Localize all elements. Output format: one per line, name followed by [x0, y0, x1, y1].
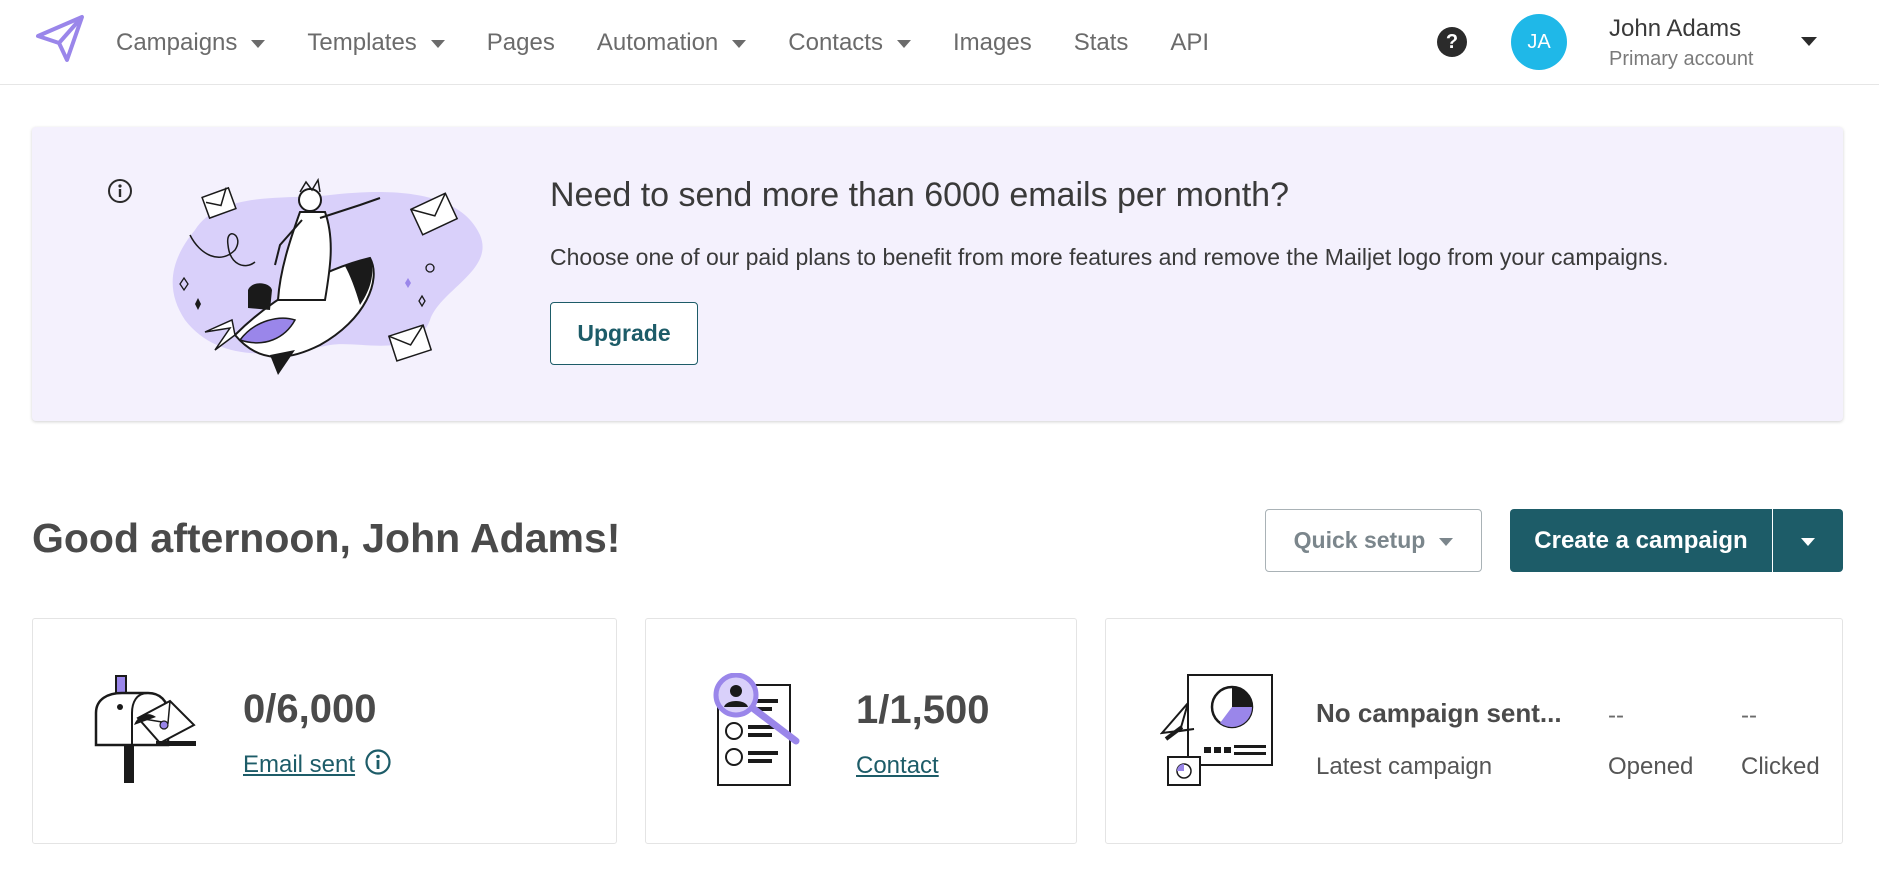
- main-nav: Campaigns Templates Pages Automation Con…: [116, 0, 1251, 85]
- nav-contacts-label: Contacts: [788, 28, 883, 56]
- help-icon[interactable]: ?: [1437, 27, 1467, 57]
- avatar[interactable]: JA: [1511, 14, 1567, 70]
- nav-images-label: Images: [952, 28, 1032, 56]
- nav-api[interactable]: API: [1170, 29, 1209, 57]
- opened-label: Opened: [1608, 753, 1694, 780]
- nav-templates[interactable]: Templates: [307, 28, 445, 57]
- upgrade-button[interactable]: Upgrade: [550, 302, 698, 365]
- mailjet-logo-icon[interactable]: [34, 14, 86, 64]
- nav-pages[interactable]: Pages: [487, 29, 555, 57]
- nav-campaigns-label: Campaigns: [116, 28, 238, 56]
- nav-api-label: API: [1170, 28, 1210, 56]
- opened-value: --: [1608, 702, 1624, 729]
- mailbox-icon: [94, 675, 196, 783]
- banner-title: Need to send more than 6000 emails per m…: [550, 176, 1290, 214]
- nav-stats-label: Stats: [1073, 28, 1129, 56]
- quick-setup-button[interactable]: Quick setup: [1265, 509, 1482, 572]
- create-campaign-dropdown-button[interactable]: [1773, 509, 1843, 572]
- contacts-link[interactable]: Contact: [856, 752, 939, 780]
- emails-sent-link[interactable]: Email sent: [243, 751, 355, 779]
- chevron-down-icon: [1801, 537, 1815, 546]
- info-icon[interactable]: [364, 748, 392, 776]
- campaign-stats-icon: [1160, 674, 1273, 786]
- nav-contacts[interactable]: Contacts: [788, 29, 911, 57]
- latest-campaign-label: Latest campaign: [1316, 753, 1493, 780]
- chevron-down-icon: [1439, 537, 1454, 546]
- emails-sent-value: 0/6,000: [243, 687, 377, 731]
- page-title: Good afternoon, John Adams!: [32, 515, 621, 561]
- nav-campaigns[interactable]: Campaigns: [116, 28, 266, 57]
- create-campaign-button[interactable]: Create a campaign: [1510, 509, 1772, 572]
- banner-description: Choose one of our paid plans to benefit …: [550, 244, 1669, 270]
- user-name[interactable]: John Adams: [1609, 15, 1741, 43]
- clicked-label: Clicked: [1741, 753, 1820, 780]
- top-navigation-bar: Campaigns Templates Pages Automation Con…: [0, 0, 1879, 85]
- info-icon[interactable]: [107, 178, 133, 204]
- clicked-value: --: [1741, 702, 1757, 729]
- contact-list-icon: [713, 673, 800, 786]
- nav-automation-label: Automation: [596, 28, 719, 56]
- chevron-down-icon: [732, 39, 747, 48]
- chevron-down-icon: [896, 39, 911, 48]
- quick-setup-label: Quick setup: [1293, 527, 1426, 553]
- nav-images[interactable]: Images: [953, 29, 1032, 57]
- latest-campaign-title: No campaign sent...: [1316, 698, 1562, 728]
- nav-templates-label: Templates: [307, 28, 417, 56]
- account-menu-chevron-icon[interactable]: [1801, 37, 1817, 46]
- account-type: Primary account: [1609, 48, 1754, 70]
- nav-pages-label: Pages: [486, 28, 555, 56]
- nav-stats[interactable]: Stats: [1074, 29, 1129, 57]
- chevron-down-icon: [251, 39, 266, 48]
- rocket-rider-illustration-icon: [172, 177, 483, 375]
- nav-automation[interactable]: Automation: [596, 28, 747, 57]
- contacts-value: 1/1,500: [856, 688, 990, 732]
- chevron-down-icon: [430, 39, 445, 48]
